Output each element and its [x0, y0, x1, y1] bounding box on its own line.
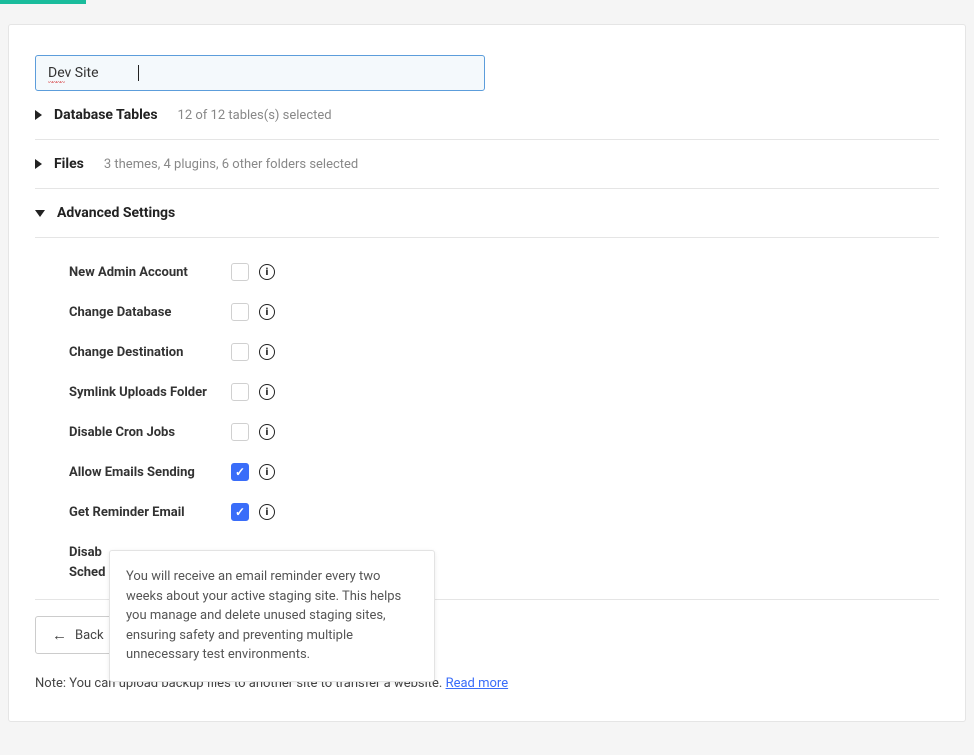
- check-icon: ✓: [235, 465, 245, 479]
- site-name-input-wrap: 〰〰〰〰: [35, 55, 485, 91]
- info-icon[interactable]: i: [259, 264, 275, 280]
- info-icon[interactable]: i: [259, 304, 275, 320]
- arrow-left-icon: [52, 626, 67, 644]
- option-label: Allow Emails Sending: [69, 465, 231, 480]
- reminder-tooltip: You will receive an email reminder every…: [109, 550, 435, 682]
- info-icon[interactable]: i: [259, 464, 275, 480]
- clone-config-panel: 〰〰〰〰 Database Tables 12 of 12 tables(s) …: [8, 24, 966, 722]
- section-title-advanced: Advanced Settings: [35, 205, 939, 237]
- option-label: Symlink Uploads Folder: [69, 385, 231, 400]
- back-label: Back: [75, 628, 104, 643]
- option-allow-emails: Allow Emails Sending ✓ i: [69, 452, 939, 492]
- check-icon: ✓: [235, 505, 245, 519]
- option-label: Get Reminder Email: [69, 505, 231, 520]
- disable-cron-checkbox[interactable]: [231, 423, 249, 441]
- back-button[interactable]: Back: [35, 616, 121, 654]
- expand-arrow-icon: [35, 110, 42, 120]
- section-title-db: Database Tables: [35, 107, 158, 123]
- files-label: Files: [54, 156, 84, 172]
- files-section[interactable]: Files 3 themes, 4 plugins, 6 other folde…: [35, 140, 939, 189]
- symlink-checkbox[interactable]: [231, 383, 249, 401]
- spellcheck-squiggle: 〰〰〰〰: [48, 79, 64, 86]
- advanced-options-list: New Admin Account i Change Database i Ch…: [35, 238, 939, 593]
- allow-emails-checkbox[interactable]: ✓: [231, 463, 249, 481]
- option-label: Disable Cron Jobs: [69, 425, 231, 440]
- option-change-db: Change Database i: [69, 292, 939, 332]
- advanced-label: Advanced Settings: [57, 205, 175, 221]
- db-tables-hint: 12 of 12 tables(s) selected: [178, 108, 332, 123]
- collapse-arrow-icon: [35, 210, 45, 217]
- site-name-input[interactable]: [35, 55, 485, 91]
- change-dest-checkbox[interactable]: [231, 343, 249, 361]
- database-tables-section[interactable]: Database Tables 12 of 12 tables(s) selec…: [35, 91, 939, 140]
- change-db-checkbox[interactable]: [231, 303, 249, 321]
- new-admin-checkbox[interactable]: [231, 263, 249, 281]
- read-more-link[interactable]: Read more: [446, 676, 509, 691]
- info-icon[interactable]: i: [259, 344, 275, 360]
- section-title-files: Files: [35, 156, 84, 172]
- option-reminder-email: Get Reminder Email ✓ i: [69, 492, 939, 532]
- option-change-dest: Change Destination i: [69, 332, 939, 372]
- option-label: New Admin Account: [69, 265, 231, 280]
- info-icon[interactable]: i: [259, 504, 275, 520]
- option-label: Change Destination: [69, 345, 231, 360]
- reminder-email-checkbox[interactable]: ✓: [231, 503, 249, 521]
- option-label: Change Database: [69, 305, 231, 320]
- info-icon[interactable]: i: [259, 424, 275, 440]
- db-tables-label: Database Tables: [54, 107, 158, 123]
- expand-arrow-icon: [35, 159, 42, 169]
- active-tab-indicator: [0, 0, 86, 4]
- advanced-section[interactable]: Advanced Settings: [35, 189, 939, 238]
- info-icon[interactable]: i: [259, 384, 275, 400]
- files-hint: 3 themes, 4 plugins, 6 other folders sel…: [104, 157, 358, 172]
- option-new-admin: New Admin Account i: [69, 252, 939, 292]
- option-symlink: Symlink Uploads Folder i: [69, 372, 939, 412]
- option-disable-cron: Disable Cron Jobs i: [69, 412, 939, 452]
- text-cursor: [138, 65, 139, 81]
